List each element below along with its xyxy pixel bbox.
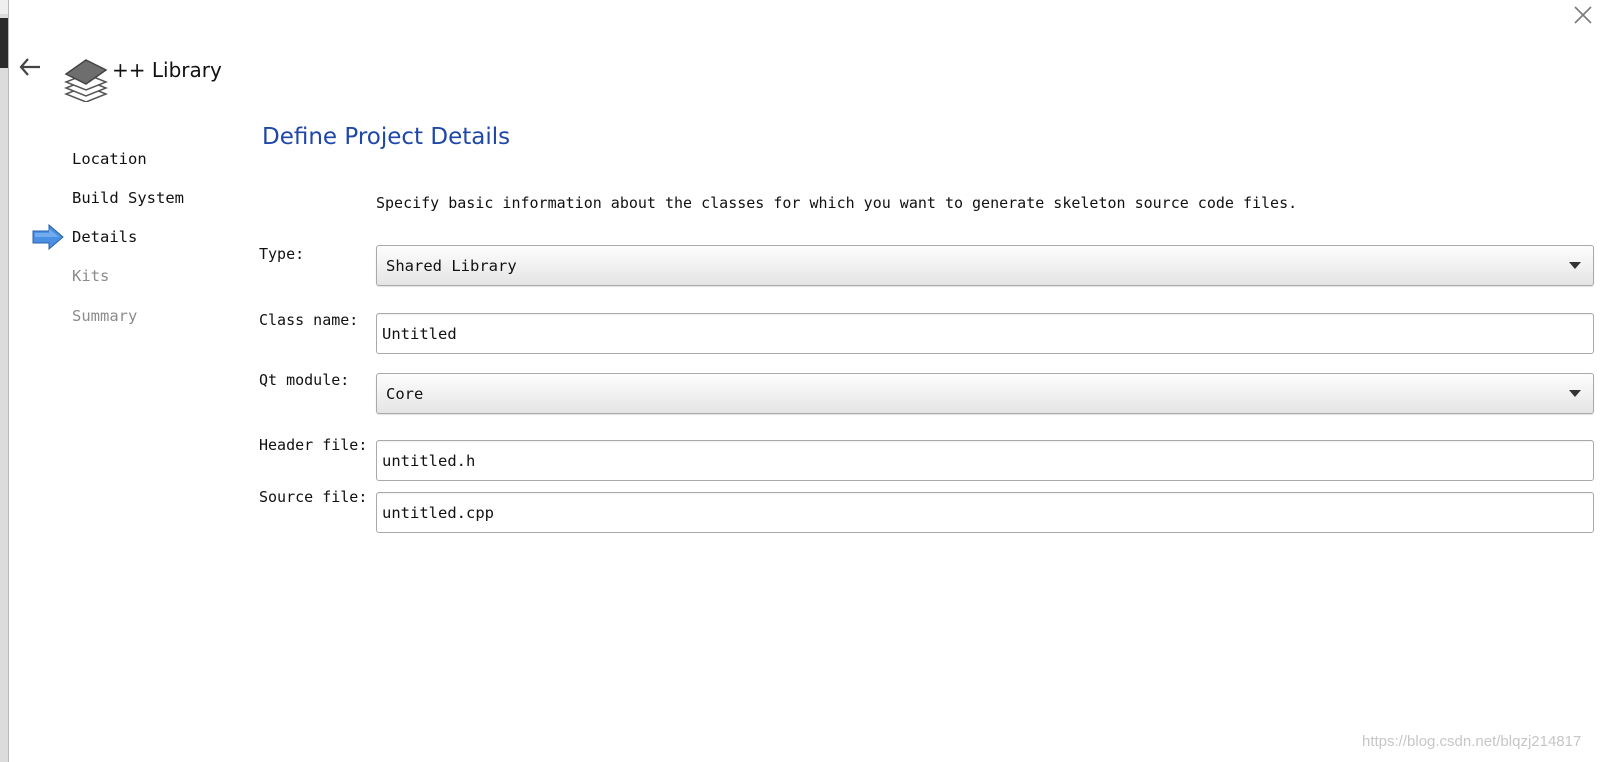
step-kits: Kits bbox=[72, 267, 110, 285]
qt-module-label: Qt module: bbox=[259, 371, 350, 389]
step-build-system: Build System bbox=[72, 189, 184, 207]
source-file-value: untitled.cpp bbox=[382, 504, 494, 522]
qt-module-value: Core bbox=[386, 385, 424, 403]
header-file-label: Header file: bbox=[259, 436, 368, 454]
close-icon bbox=[1574, 6, 1592, 24]
background-window-dark-strip bbox=[0, 18, 8, 68]
step-summary: Summary bbox=[72, 307, 138, 325]
back-button[interactable] bbox=[18, 56, 42, 78]
source-file-input[interactable]: untitled.cpp bbox=[376, 492, 1594, 533]
page-description: Specify basic information about the clas… bbox=[376, 194, 1298, 212]
class-name-value: Untitled bbox=[382, 325, 457, 343]
source-file-label: Source file: bbox=[259, 488, 368, 506]
type-combobox[interactable]: Shared Library bbox=[376, 245, 1594, 286]
chevron-down-icon bbox=[1569, 262, 1581, 269]
class-name-label: Class name: bbox=[259, 311, 359, 329]
background-window-strip bbox=[0, 0, 8, 14]
back-arrow-icon bbox=[19, 58, 40, 76]
step-location: Location bbox=[72, 150, 147, 168]
step-details: Details bbox=[72, 228, 138, 246]
header-file-value: untitled.h bbox=[382, 452, 476, 470]
current-step-arrow-icon bbox=[32, 224, 64, 250]
watermark: https://blog.csdn.net/blqzj214817 bbox=[1362, 733, 1582, 750]
chevron-down-icon bbox=[1569, 390, 1581, 397]
header-file-input[interactable]: untitled.h bbox=[376, 440, 1594, 481]
background-window-edge bbox=[0, 0, 9, 762]
type-label: Type: bbox=[259, 245, 305, 263]
qt-module-combobox[interactable]: Core bbox=[376, 373, 1594, 414]
page-heading: Define Project Details bbox=[262, 124, 511, 150]
close-button[interactable] bbox=[1572, 4, 1594, 26]
wizard-title: ++ Library bbox=[112, 58, 222, 82]
class-name-input[interactable]: Untitled bbox=[376, 313, 1594, 354]
type-value: Shared Library bbox=[386, 257, 517, 275]
stacked-layers-icon bbox=[63, 58, 109, 103]
